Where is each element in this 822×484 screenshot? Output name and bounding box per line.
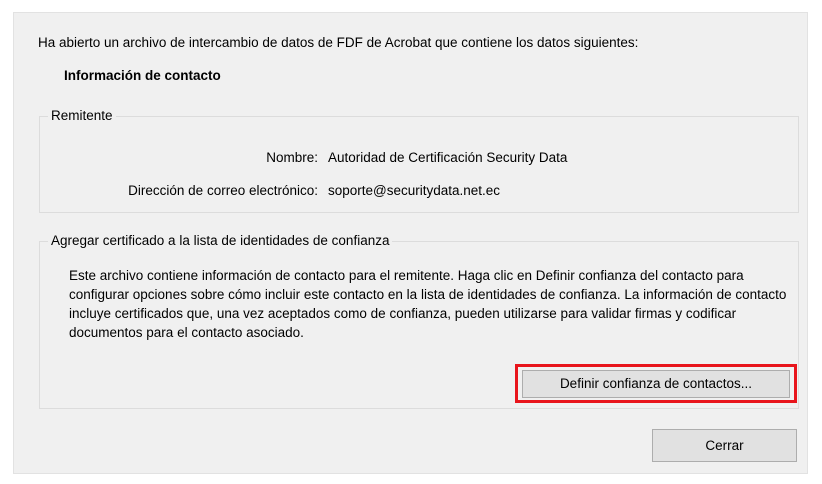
fdf-data-dialog: Ha abierto un archivo de intercambio de … — [13, 12, 808, 474]
close-button[interactable]: Cerrar — [652, 429, 797, 462]
intro-text: Ha abierto un archivo de intercambio de … — [38, 35, 639, 50]
sender-email-label: Dirección de correo electrónico: — [128, 183, 318, 198]
sender-name-row: Nombre: Autoridad de Certificación Secur… — [40, 148, 798, 168]
sender-name-value: Autoridad de Certificación Security Data — [328, 150, 568, 165]
sender-name-label: Nombre: — [266, 150, 318, 165]
trust-description: Este archivo contiene información de con… — [69, 268, 787, 340]
sender-group-legend: Remitente — [48, 107, 116, 125]
trust-group: Agregar certificado a la lista de identi… — [39, 232, 799, 409]
sender-group: Remitente Nombre: Autoridad de Certifica… — [39, 107, 799, 213]
sender-email-value: soporte@securitydata.net.ec — [328, 183, 501, 198]
set-contact-trust-button[interactable]: Definir confianza de contactos... — [522, 370, 790, 398]
sender-email-row: Dirección de correo electrónico: soporte… — [40, 181, 798, 201]
contact-info-title: Información de contacto — [64, 68, 221, 83]
trust-group-legend: Agregar certificado a la lista de identi… — [48, 232, 393, 250]
